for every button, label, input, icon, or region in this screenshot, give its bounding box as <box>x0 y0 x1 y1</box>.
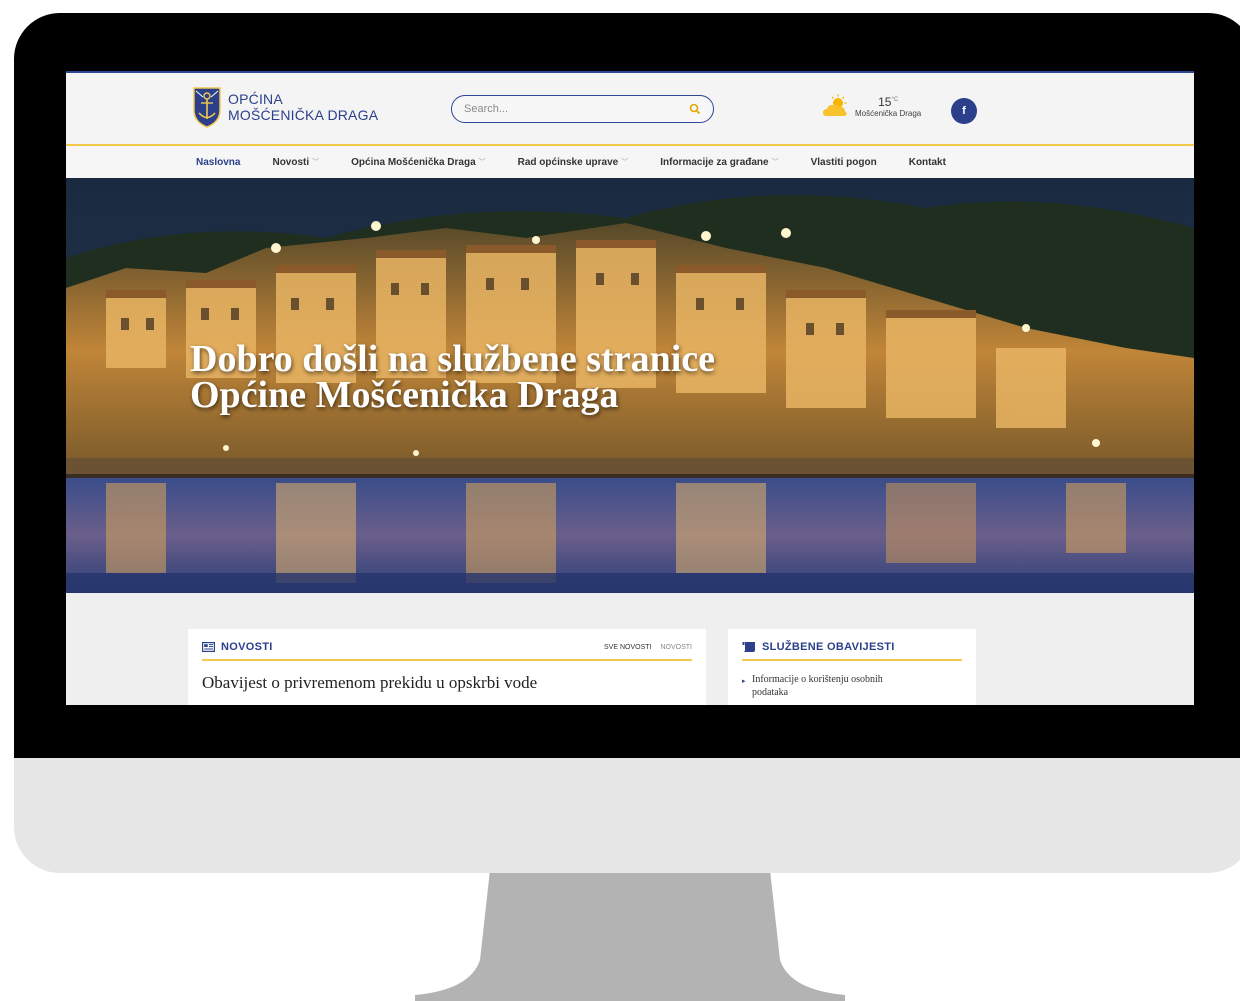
site-header: OPĆINA MOŠĆENIČKA DRAGA 15°C <box>66 73 1194 144</box>
nav-item-kontakt[interactable]: Kontakt <box>909 157 946 168</box>
main-navigation: Naslovna Novosti ﹀ Općina Mošćenička Drag… <box>66 144 1194 178</box>
chevron-down-icon: ﹀ <box>621 159 629 166</box>
nav-label: Novosti <box>272 156 310 168</box>
weather-unit: °C <box>891 97 899 103</box>
news-card: NOVOSTI SVE NOVOSTI NOVOSTI Obavijest o … <box>188 629 706 705</box>
website-screen: OPĆINA MOŠĆENIČKA DRAGA 15°C <box>66 71 1194 705</box>
newspaper-icon <box>202 642 215 652</box>
nav-label: Općina Mošćenička Draga <box>351 156 476 168</box>
all-news-link[interactable]: SVE NOVOSTI <box>604 644 651 651</box>
coat-of-arms-icon <box>193 87 221 128</box>
nav-item-novosti[interactable]: Novosti ﹀ <box>272 157 319 168</box>
nav-item-opcina[interactable]: Općina Mošćenička Draga ﹀ <box>351 157 486 168</box>
search-input[interactable] <box>464 103 689 115</box>
nav-item-rad-uprave[interactable]: Rad općinske uprave ﹀ <box>518 157 629 168</box>
chevron-down-icon: ﹀ <box>478 159 486 166</box>
notices-card-header: SLUŽBENE OBAVIJESTI <box>742 641 962 661</box>
notices-card: SLUŽBENE OBAVIJESTI ▸ Informacije o kori… <box>728 629 976 705</box>
hero-title-line-2: Općine Mošćenička Draga <box>190 374 619 416</box>
hero-title: Dobro došli na službene stranice Općine … <box>190 338 890 416</box>
news-title: NOVOSTI <box>221 641 273 653</box>
weather-widget: 15°C Mošćenička Draga <box>823 93 921 118</box>
nav-label: Naslovna <box>196 156 241 168</box>
news-link[interactable]: NOVOSTI <box>660 644 692 651</box>
notice-item[interactable]: ▸ Informacije o korištenju osobnih podat… <box>742 673 962 699</box>
facebook-icon[interactable]: f <box>951 98 977 124</box>
news-card-header: NOVOSTI SVE NOVOSTI NOVOSTI <box>202 641 692 661</box>
content-area: NOVOSTI SVE NOVOSTI NOVOSTI Obavijest o … <box>66 593 1194 705</box>
logo-line-2: MOŠĆENIČKA DRAGA <box>228 107 379 123</box>
nav-item-naslovna[interactable]: Naslovna <box>196 157 240 168</box>
scroll-icon <box>742 642 755 652</box>
nav-label: Vlastiti pogon <box>810 156 877 168</box>
nav-label: Rad općinske uprave <box>517 156 619 168</box>
chevron-down-icon: ﹀ <box>312 159 320 166</box>
search-box <box>451 95 714 123</box>
logo-line-1: OPĆINA <box>228 91 283 107</box>
notices-title: SLUŽBENE OBAVIJESTI <box>762 641 895 653</box>
nav-item-vlastiti-pogon[interactable]: Vlastiti pogon <box>811 157 877 168</box>
nav-label: Kontakt <box>908 156 946 168</box>
news-headline-link[interactable]: Obavijest o privremenom prekidu u opskrb… <box>202 673 692 693</box>
notice-item-line-1: Informacije o korištenju osobnih <box>752 674 883 685</box>
notice-item-line-2: podataka <box>752 687 789 698</box>
partly-cloudy-icon <box>823 94 847 116</box>
hero-banner: Dobro došli na službene stranice Općine … <box>66 178 1194 593</box>
bullet-triangle-icon: ▸ <box>742 677 746 685</box>
chevron-down-icon: ﹀ <box>771 159 779 166</box>
site-logo[interactable]: OPĆINA MOŠĆENIČKA DRAGA <box>192 86 378 128</box>
weather-location: Mošćenička Draga <box>855 109 922 118</box>
weather-temperature: 15 <box>878 95 892 109</box>
search-icon[interactable] <box>689 103 701 115</box>
nav-item-informacije[interactable]: Informacije za građane ﹀ <box>660 157 778 168</box>
hero-title-line-1: Dobro došli na službene stranice <box>190 338 716 380</box>
nav-label: Informacije za građane <box>660 156 769 168</box>
